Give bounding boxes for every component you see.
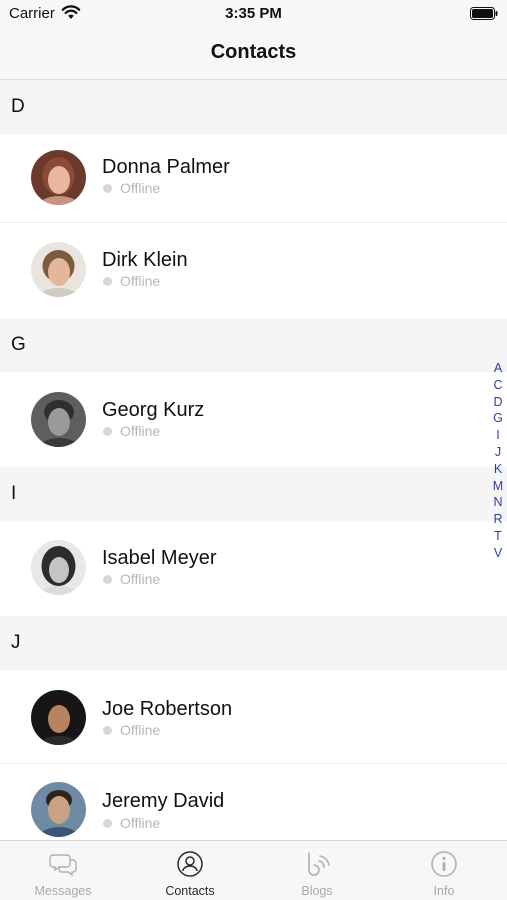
index-letter-k[interactable]: K [488, 461, 507, 478]
contact-name: Jeremy David [102, 790, 225, 812]
status-text: Offline [120, 722, 161, 738]
index-letter-d[interactable]: D [488, 394, 507, 411]
contact-name: Joe Robertson [102, 698, 233, 720]
index-letter-t[interactable]: T [488, 528, 507, 545]
contact-name: Dirk Klein [102, 249, 188, 271]
section-header-d: D [0, 80, 507, 134]
page-title: Contacts [210, 41, 297, 63]
contact-row-georg-kurz[interactable]: Georg Kurz Offline [0, 372, 507, 467]
avatar [31, 782, 86, 837]
contact-row-dirk-klein[interactable]: Dirk Klein Offline [0, 223, 507, 318]
battery-icon [470, 7, 498, 20]
index-letter-m[interactable]: M [488, 478, 507, 495]
tab-contacts[interactable]: Contacts [127, 841, 253, 900]
status-text: Offline [120, 815, 161, 831]
index-letter-a[interactable]: A [488, 360, 507, 377]
tab-label: Blogs [301, 884, 333, 898]
tab-blogs[interactable]: Blogs [254, 841, 380, 900]
chat-bubbles-icon [49, 854, 77, 877]
avatar-photo [31, 690, 86, 745]
offline-dot-icon [103, 277, 112, 286]
section-header-g: G [0, 318, 507, 372]
section-letter: D [11, 96, 25, 117]
offline-dot-icon [103, 575, 112, 584]
section-letter: I [11, 483, 17, 504]
avatar-photo [31, 540, 86, 595]
offline-dot-icon [103, 427, 112, 436]
status-text: Offline [120, 423, 161, 439]
tab-messages[interactable]: Messages [0, 841, 126, 900]
contact-name: Donna Palmer [102, 156, 230, 178]
alphabet-index[interactable]: A C D G I J K M N R T V [488, 360, 507, 562]
avatar-photo [31, 242, 86, 297]
contacts-icon [177, 851, 203, 877]
avatar-photo [31, 782, 86, 837]
index-letter-v[interactable]: V [488, 545, 507, 562]
contact-row-donna-palmer[interactable]: Donna Palmer Offline [0, 134, 507, 223]
tab-label: Contacts [165, 884, 215, 898]
section-letter: J [11, 632, 21, 653]
offline-dot-icon [103, 184, 112, 193]
navigation-bar: Contacts [0, 30, 507, 80]
contact-name: Georg Kurz [102, 399, 205, 421]
avatar [31, 690, 86, 745]
info-icon [431, 851, 457, 877]
section-header-i: I [0, 467, 507, 521]
clock: 3:35 PM [225, 5, 282, 22]
avatar [31, 540, 86, 595]
status-text: Offline [120, 180, 161, 196]
contact-row-isabel-meyer[interactable]: Isabel Meyer Offline [0, 521, 507, 616]
tab-info[interactable]: Info [381, 841, 507, 900]
index-letter-i[interactable]: I [488, 427, 507, 444]
contact-name: Isabel Meyer [102, 547, 217, 569]
index-letter-c[interactable]: C [488, 377, 507, 394]
tab-bar: Messages Contacts Blogs Info [0, 840, 507, 900]
avatar [31, 392, 86, 447]
status-text: Offline [120, 273, 161, 289]
section-letter: G [11, 334, 26, 355]
offline-dot-icon [103, 819, 112, 828]
avatar-photo [31, 392, 86, 447]
status-bar: Carrier 3:35 PM [0, 0, 507, 30]
index-letter-j[interactable]: J [488, 444, 507, 461]
blog-icon [308, 852, 330, 876]
avatar [31, 150, 86, 205]
contact-row-joe-robertson[interactable]: Joe Robertson Offline [0, 670, 507, 764]
tab-label: Info [433, 884, 455, 898]
avatar [31, 242, 86, 297]
index-letter-n[interactable]: N [488, 494, 507, 511]
offline-dot-icon [103, 726, 112, 735]
index-letter-r[interactable]: R [488, 511, 507, 528]
status-text: Offline [120, 571, 161, 587]
avatar-photo [31, 150, 86, 205]
contact-row-jeremy-david[interactable]: Jeremy David Offline [0, 764, 507, 840]
tab-label: Messages [34, 884, 92, 898]
section-header-j: J [0, 616, 507, 670]
index-letter-g[interactable]: G [488, 410, 507, 427]
